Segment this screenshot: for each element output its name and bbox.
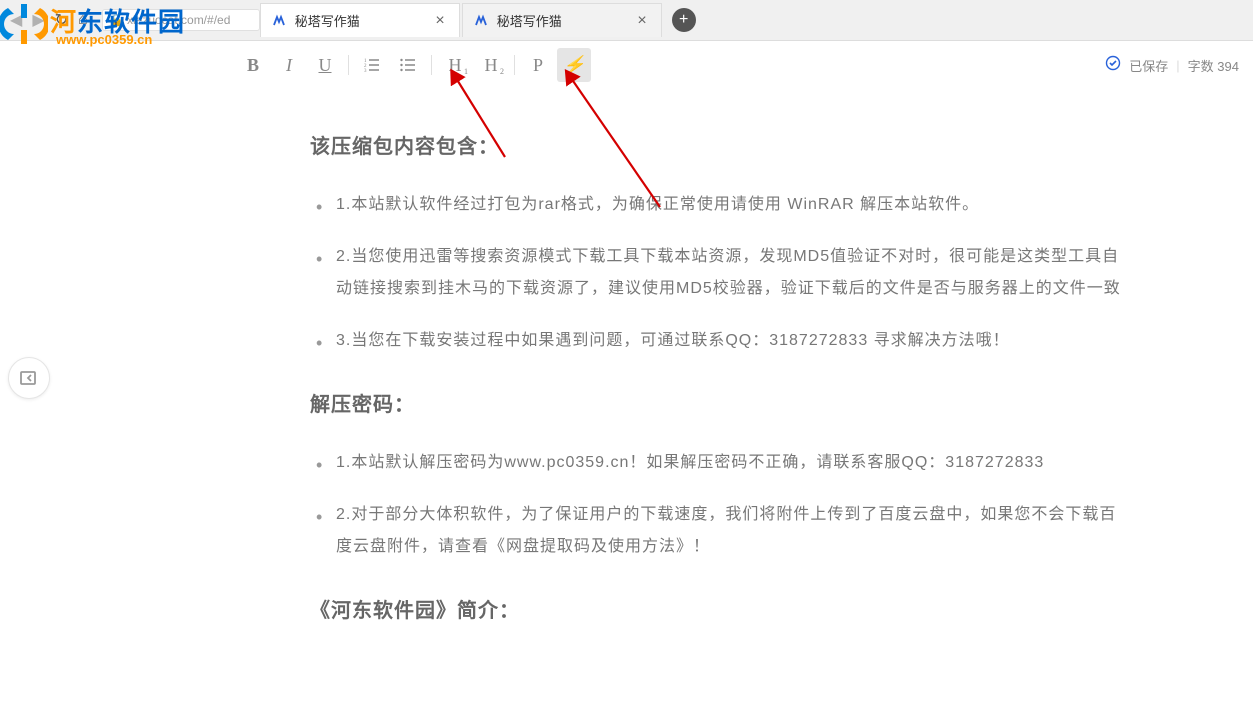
svg-text:3: 3 [364, 69, 367, 74]
list-item: 2.对于部分大体积软件，为了保证用户的下载速度，我们将附件上传到了百度云盘中，如… [310, 499, 1123, 563]
heading-package: 该压缩包内容包含： [310, 129, 1123, 165]
bold-button[interactable]: B [236, 48, 270, 82]
tab-1[interactable]: 秘塔写作猫 × [260, 3, 460, 37]
unordered-list-button[interactable] [391, 48, 425, 82]
list-item: 2.当您使用迅雷等搜索资源模式下载工具下载本站资源，发现MD5值验证不对时，很可… [310, 241, 1123, 305]
url-bar[interactable]: 🔒 xiezuocat.com/#/ed [102, 9, 260, 31]
browser-chrome-bar: ◀ ▶ ↻ ⌂ 🔒 xiezuocat.com/#/ed 秘塔写作猫 × 秘塔写… [0, 0, 1253, 41]
list-package: 1.本站默认软件经过打包为rar格式，为确保正常使用请使用 WinRAR 解压本… [310, 189, 1123, 357]
tab-title: 秘塔写作猫 [295, 11, 432, 30]
list-item: 1.本站默认软件经过打包为rar格式，为确保正常使用请使用 WinRAR 解压本… [310, 189, 1123, 221]
lightning-button[interactable]: ⚡ [557, 48, 591, 82]
close-icon[interactable]: × [431, 12, 448, 30]
tab-strip: 秘塔写作猫 × 秘塔写作猫 × + [260, 0, 696, 40]
saved-check-icon [1105, 55, 1121, 75]
editor-toolbar: B I U 123 H1 H2 P ⚡ 已保存 | 字数 394 [0, 41, 1253, 89]
heading-password: 解压密码： [310, 387, 1123, 423]
list-password: 1.本站默认解压密码为www.pc0359.cn！如果解压密码不正确，请联系客服… [310, 447, 1123, 563]
document-body[interactable]: 该压缩包内容包含： 1.本站默认软件经过打包为rar格式，为确保正常使用请使用 … [0, 89, 1253, 673]
wordcount-label: 字数 394 [1188, 56, 1239, 75]
tab-title: 秘塔写作猫 [497, 11, 634, 30]
reload-icon[interactable]: ↻ [55, 10, 68, 30]
heading2-button[interactable]: H2 [474, 48, 508, 82]
ordered-list-button[interactable]: 123 [355, 48, 389, 82]
heading1-button[interactable]: H1 [438, 48, 472, 82]
tab-favicon-icon [473, 13, 489, 29]
saved-label: 已保存 [1129, 56, 1168, 75]
home-icon[interactable]: ⌂ [78, 11, 88, 29]
forward-icon[interactable]: ▶ [32, 10, 44, 30]
sidebar-toggle-button[interactable] [8, 357, 50, 399]
list-item: 1.本站默认解压密码为www.pc0359.cn！如果解压密码不正确，请联系客服… [310, 447, 1123, 479]
new-tab-button[interactable]: + [672, 8, 696, 32]
close-icon[interactable]: × [633, 12, 650, 30]
italic-button[interactable]: I [272, 48, 306, 82]
tab-favicon-icon [271, 13, 287, 29]
paragraph-button[interactable]: P [521, 48, 555, 82]
app-content: B I U 123 H1 H2 P ⚡ 已保存 | 字数 394 [0, 41, 1253, 714]
heading-intro: 《河东软件园》简介： [310, 593, 1123, 629]
back-icon[interactable]: ◀ [10, 10, 22, 30]
underline-button[interactable]: U [308, 48, 342, 82]
tab-2[interactable]: 秘塔写作猫 × [462, 3, 662, 37]
list-item: 3.当您在下载安装过程中如果遇到问题，可通过联系QQ：3187272833 寻求… [310, 325, 1123, 357]
